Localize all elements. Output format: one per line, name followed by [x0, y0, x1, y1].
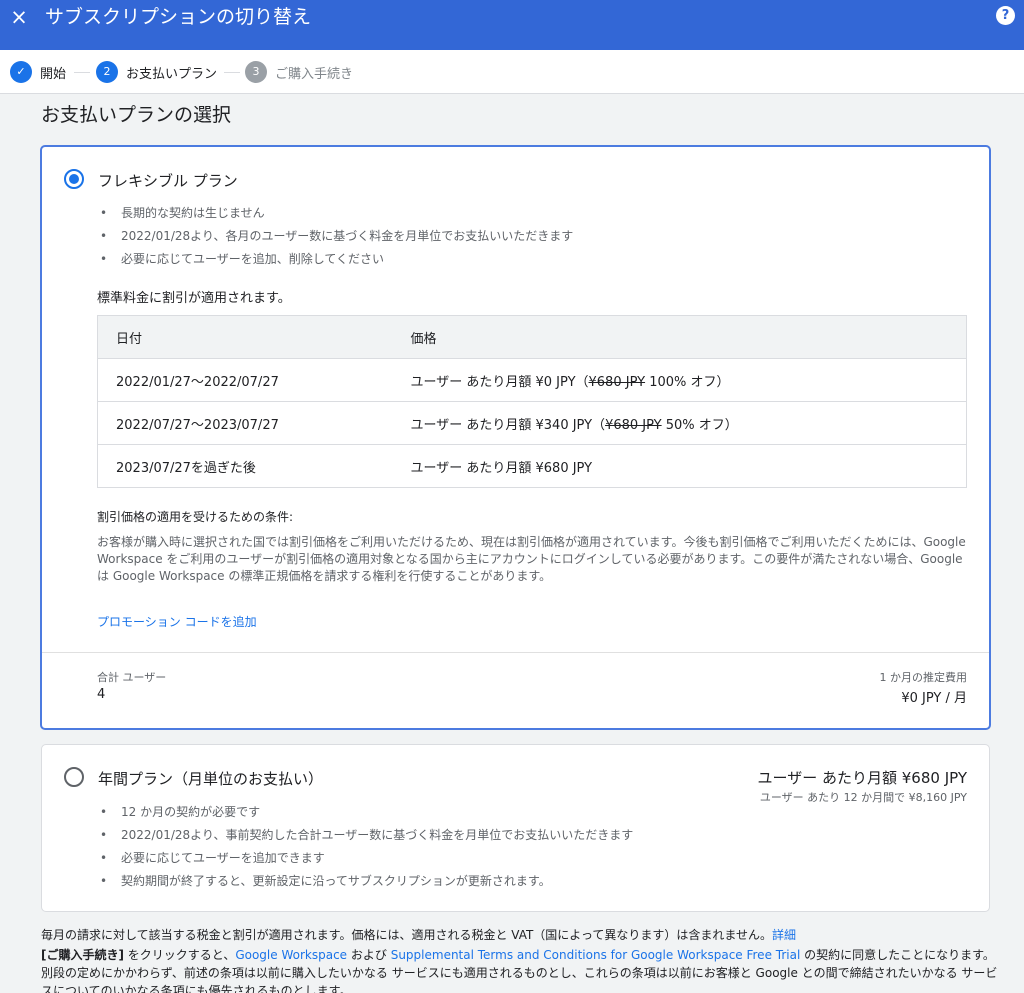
original-price: ¥680 JPY: [605, 417, 662, 433]
page-header-title: サブスクリプションの切り替え: [45, 6, 312, 28]
tax-note: 毎月の請求に対して該当する税金と割引が適用されます。価格には、適用される税金と …: [41, 926, 796, 943]
date-cell: 2022/01/27〜2022/07/27: [97, 358, 393, 402]
table-row: 2022/07/27〜2023/07/27 ユーザー あたり月額 ¥340 JP…: [97, 401, 967, 445]
add-promo-code-link[interactable]: プロモーション コードを追加: [97, 613, 257, 630]
date-cell: 2022/07/27〜2023/07/27: [97, 401, 393, 445]
step-label: 開始: [40, 66, 67, 82]
price-text: ユーザー あたり月額 ¥0 JPY（: [410, 374, 589, 390]
top-app-bar: × サブスクリプションの切り替え ?: [0, 0, 1024, 50]
step-payment-plan: 2 お支払いプラン: [96, 61, 217, 83]
step-checkout: 3 ご購入手続き: [245, 61, 353, 83]
discount-text: 100% オフ）: [645, 374, 730, 390]
terms-button-ref: [ご購入手続き]: [41, 948, 124, 962]
date-cell: 2023/07/27を過ぎた後: [97, 444, 393, 488]
list-item: 必要に応じてユーザーを追加、削除してください: [98, 248, 573, 271]
original-price: ¥680 JPY: [588, 374, 646, 390]
flexible-plan-radio[interactable]: [64, 169, 84, 189]
price-text: ユーザー あたり月額 ¥340 JPY（: [410, 417, 606, 433]
annual-plan-features: 12 か月の契約が必要です 2022/01/28より、事前契約した合計ユーザー数…: [98, 801, 633, 893]
close-icon[interactable]: ×: [8, 4, 30, 30]
list-item: 必要に応じてユーザーを追加できます: [98, 847, 633, 870]
list-item: 契約期間が終了すると、更新設定に沿ってサブスクリプションが更新されます。: [98, 870, 633, 893]
supplemental-terms-link[interactable]: Supplemental Terms and Conditions for Go…: [391, 948, 801, 962]
progress-stepper: ✓ 開始 2 お支払いプラン 3 ご購入手続き: [0, 50, 1024, 94]
tax-note-text: 毎月の請求に対して該当する税金と割引が適用されます。価格には、適用される税金と …: [41, 928, 772, 942]
list-item: 長期的な契約は生じません: [98, 202, 573, 225]
table-header-row: 日付 価格: [97, 315, 967, 359]
column-header-price: 価格: [392, 315, 967, 359]
price-cell: ユーザー あたり月額 ¥340 JPY（¥680 JPY 50% オフ）: [392, 401, 967, 445]
step-label: ご購入手続き: [275, 66, 354, 82]
terms-text: をクリックすると、: [123, 948, 236, 962]
estimated-cost-label: 1 か月の推定費用: [879, 671, 968, 684]
step-number: 3: [245, 61, 267, 83]
terms-text: および: [347, 948, 391, 962]
total-users-label: 合計 ユーザー: [97, 671, 167, 684]
flexible-plan-features: 長期的な契約は生じません 2022/01/28より、各月のユーザー数に基づく料金…: [98, 202, 573, 271]
total-users-value: 4: [97, 687, 106, 702]
table-row: 2022/01/27〜2022/07/27 ユーザー あたり月額 ¥0 JPY（…: [97, 358, 967, 402]
discount-note: 標準料金に割引が適用されます。: [97, 291, 291, 306]
annual-plan-card[interactable]: 年間プラン（月単位のお支払い） ユーザー あたり月額 ¥680 JPY ユーザー…: [41, 744, 990, 912]
annual-plan-price: ユーザー あたり月額 ¥680 JPY: [757, 769, 967, 787]
step-start: ✓ 開始: [10, 61, 66, 83]
annual-plan-title: 年間プラン（月単位のお支払い）: [98, 770, 324, 788]
annual-plan-price-sub: ユーザー あたり 12 か月間で ¥8,160 JPY: [759, 791, 967, 804]
price-cell: ユーザー あたり月額 ¥680 JPY: [392, 444, 967, 488]
help-icon[interactable]: ?: [996, 6, 1015, 25]
flexible-plan-card[interactable]: フレキシブル プラン 長期的な契約は生じません 2022/01/28より、各月の…: [40, 145, 991, 730]
details-link[interactable]: 詳細: [772, 928, 796, 942]
list-item: 2022/01/28より、事前契約した合計ユーザー数に基づく料金を月単位でお支払…: [98, 824, 633, 847]
section-title: お支払いプランの選択: [41, 104, 232, 126]
divider: [42, 652, 989, 653]
annual-plan-radio[interactable]: [64, 767, 84, 787]
conditions-body: お客様が購入時に選択された国では割引価格をご利用いただけるため、現在は割引価格が…: [97, 535, 966, 583]
pricing-table: 日付 価格 2022/01/27〜2022/07/27 ユーザー あたり月額 ¥…: [97, 315, 967, 488]
google-workspace-terms-link[interactable]: Google Workspace: [235, 948, 347, 962]
step-connector: [224, 72, 240, 73]
step-number: 2: [96, 61, 118, 83]
discount-text: 50% オフ）: [661, 417, 738, 433]
terms-note: [ご購入手続き] をクリックすると、Google Workspace および S…: [41, 946, 1001, 993]
list-item: 2022/01/28より、各月のユーザー数に基づく料金を月単位でお支払いいただき…: [98, 225, 573, 248]
list-item: 12 か月の契約が必要です: [98, 801, 633, 824]
step-label: お支払いプラン: [126, 66, 218, 82]
column-header-date: 日付: [97, 315, 393, 359]
checkmark-icon: ✓: [10, 61, 32, 83]
flexible-plan-title: フレキシブル プラン: [98, 172, 238, 190]
conditions-title: 割引価格の適用を受けるための条件:: [97, 510, 294, 524]
step-connector: [74, 72, 90, 73]
table-row: 2023/07/27を過ぎた後 ユーザー あたり月額 ¥680 JPY: [97, 444, 967, 488]
price-cell: ユーザー あたり月額 ¥0 JPY（¥680 JPY 100% オフ）: [392, 358, 967, 402]
estimated-cost-value: ¥0 JPY / 月: [901, 691, 967, 706]
